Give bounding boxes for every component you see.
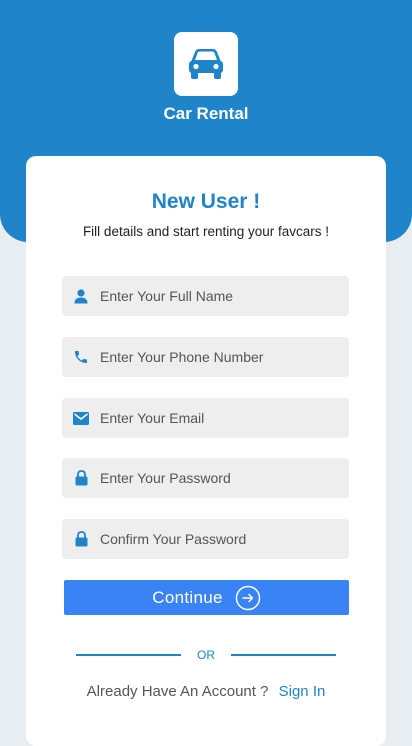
person-icon (62, 288, 100, 304)
password-input[interactable] (100, 470, 349, 486)
confirm-password-input[interactable] (100, 531, 349, 547)
confirm-password-field[interactable] (62, 519, 349, 559)
lock-icon (62, 470, 100, 486)
car-icon (189, 49, 223, 79)
signin-row: Already Have An Account ? Sign In (26, 683, 386, 700)
arrow-right-circle-icon (235, 585, 260, 610)
card-subtitle: Fill details and start renting your favc… (82, 224, 330, 239)
signup-card: New User ! Fill details and start rentin… (26, 156, 386, 746)
phone-icon (62, 349, 100, 365)
lock-icon (62, 531, 100, 547)
app-logo (174, 32, 238, 96)
email-field[interactable] (62, 398, 349, 438)
card-title: New User ! (151, 190, 261, 213)
divider-line-right (231, 654, 336, 656)
full-name-input[interactable] (100, 288, 349, 304)
or-label: OR (197, 648, 215, 662)
full-name-field[interactable] (62, 276, 349, 316)
password-field[interactable] (62, 458, 349, 498)
signin-link[interactable]: Sign In (279, 683, 326, 700)
mail-icon (62, 411, 100, 425)
signin-prompt: Already Have An Account ? (86, 683, 269, 700)
or-divider: OR (76, 647, 336, 663)
phone-field[interactable] (62, 337, 349, 377)
phone-input[interactable] (100, 349, 349, 365)
app-title: Car Rental (163, 104, 249, 123)
continue-button[interactable]: Continue (64, 580, 349, 615)
email-input[interactable] (100, 410, 349, 426)
continue-button-label: Continue (152, 587, 223, 607)
divider-line-left (76, 654, 181, 656)
